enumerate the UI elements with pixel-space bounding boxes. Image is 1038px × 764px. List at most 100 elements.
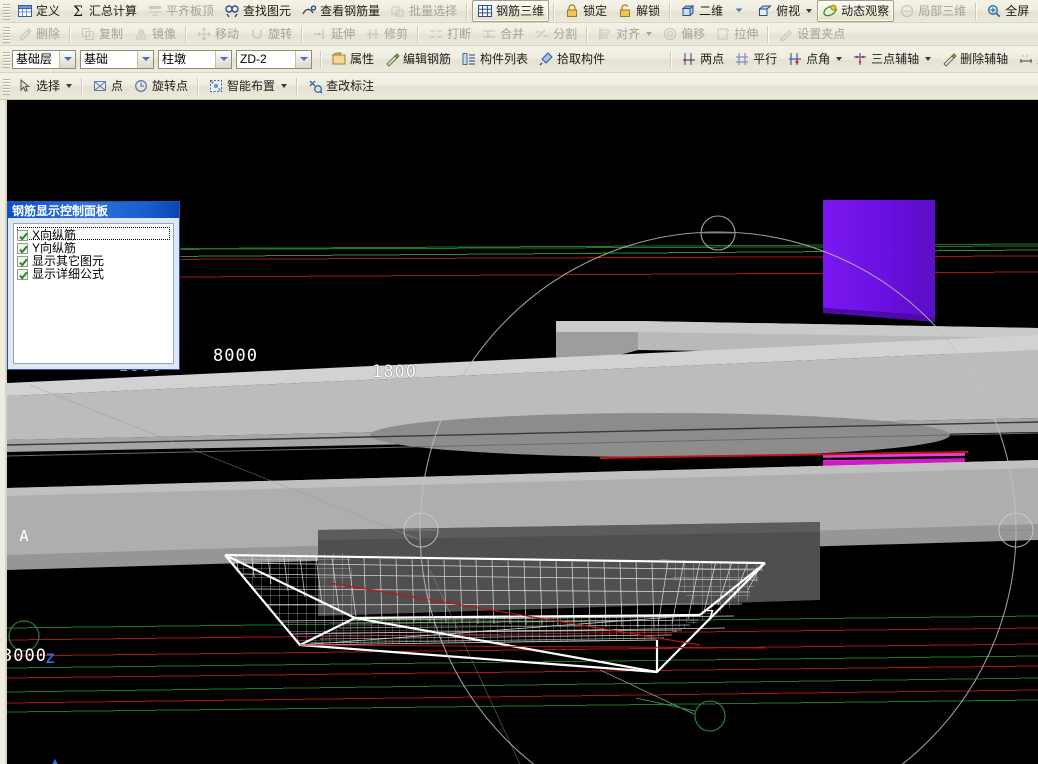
toolbar-button-delete-axis[interactable]: 删除辅轴 xyxy=(936,48,1013,70)
toolbar-button-top-view[interactable]: 俯视 xyxy=(752,0,817,22)
toolbar-button-mirror: 镜像 xyxy=(128,23,181,45)
toolbar-button-lock-label: 锁定 xyxy=(583,4,608,18)
axis-bubble-label-A: A xyxy=(19,527,29,545)
view-2d-dropdown[interactable] xyxy=(728,0,752,22)
dimension-icon xyxy=(1018,51,1034,67)
svg-text:Σ: Σ xyxy=(73,4,83,19)
toolbar-button-copy-label: 复制 xyxy=(99,27,124,41)
component-type-select[interactable]: 柱墩 xyxy=(158,49,232,69)
toolbar-button-merge: 合并 xyxy=(476,23,529,45)
cursor-icon xyxy=(17,78,33,94)
toolbar-button-two-point-axis[interactable]: 两点 xyxy=(676,48,729,70)
dimension-text: 8000 xyxy=(213,346,258,366)
chevron-down-icon[interactable] xyxy=(59,50,75,68)
toolbar-button-zoom[interactable]: 缩放 xyxy=(1034,0,1038,22)
parallel-axis-icon xyxy=(734,51,750,67)
chevron-down-icon[interactable] xyxy=(281,84,288,88)
toolbar-separator xyxy=(301,25,304,43)
toolbar-separator xyxy=(296,77,299,95)
application-window: 定义 Σ 汇总计算 平齐板顶 查找图元 查看钢筋量 批量选择 钢筋三维 锁定 解… xyxy=(0,0,1038,764)
toolbar-button-rebar-3d[interactable]: 钢筋三维 xyxy=(472,0,550,22)
toolbar-button-extend: 延伸 xyxy=(307,23,360,45)
category-select[interactable]: 基础 xyxy=(80,49,154,69)
checkbox-row-show-other-elements[interactable]: 显示其它图元 xyxy=(17,255,170,267)
toolbar-button-view-2d-label: 二维 xyxy=(699,4,724,18)
checkbox-y-rebar[interactable] xyxy=(17,242,28,254)
toolbar-component: 基础层 基础 柱墩 ZD-2 属性 编辑钢筋 构件列表 拾取构件 两点 平行 点… xyxy=(0,46,1038,73)
toolbar-button-summary-calc[interactable]: Σ 汇总计算 xyxy=(65,0,142,22)
rebar-display-control-panel[interactable]: 钢筋显示控制面板 X向纵筋 Y向纵筋 显示其它图元 显示详细公式 xyxy=(7,201,180,370)
toolbar-button-stretch: 拉伸 xyxy=(710,23,763,45)
lock-icon xyxy=(564,3,580,19)
checkbox-row-y-rebar[interactable]: Y向纵筋 xyxy=(17,242,170,254)
toolbar-button-parallel-axis[interactable]: 平行 xyxy=(729,48,782,70)
toolbar-button-select-label: 选择 xyxy=(36,79,61,93)
checkbox-row-show-detail-formula[interactable]: 显示详细公式 xyxy=(17,268,170,280)
checkbox-x-rebar[interactable] xyxy=(17,229,28,241)
local-3d-icon xyxy=(899,3,915,19)
toolbar-separator xyxy=(197,77,200,95)
dimension-text: 1800 xyxy=(372,362,417,382)
toolbar-button-dynamic-observe[interactable]: 动态观察 xyxy=(817,0,895,22)
component-select-value: ZD-2 xyxy=(240,51,267,66)
chevron-down-icon[interactable] xyxy=(295,50,311,68)
toolbar-button-component-list[interactable]: 构件列表 xyxy=(456,48,533,70)
delete-axis-icon xyxy=(941,51,957,67)
toolbar-button-define[interactable]: 定义 xyxy=(12,0,65,22)
viewport-left-frame-shadow xyxy=(5,100,7,764)
toolbar-button-rotate-point[interactable]: 旋转点 xyxy=(128,75,193,97)
toolbar-separator xyxy=(975,2,978,20)
toolbar-button-unlock[interactable]: 解锁 xyxy=(612,0,665,22)
three-point-axis-icon xyxy=(852,51,868,67)
focus-rectangle xyxy=(17,227,170,240)
toolbar-button-trim: 修剪 xyxy=(360,23,413,45)
checkbox-show-other-elements[interactable] xyxy=(17,255,28,267)
toolbar-button-view-2d[interactable]: 二维 xyxy=(675,0,728,22)
toolbar-grip[interactable] xyxy=(3,2,10,20)
3d-viewport[interactable]: 1800 8000 1800 3000 A 7 Z 钢筋显示控制面板 X向纵筋 xyxy=(0,100,1038,764)
chevron-down-icon[interactable] xyxy=(836,57,843,61)
align-icon xyxy=(597,26,613,42)
toolbar-separator xyxy=(320,50,322,68)
toolbar-button-smart-layout[interactable]: 智能布置 xyxy=(203,75,292,97)
toolbar-separator xyxy=(466,2,469,20)
dimension-text: 3000 xyxy=(2,646,47,666)
toolbar-separator xyxy=(670,50,673,68)
align-slab-top-icon xyxy=(147,3,163,19)
batch-select-icon xyxy=(390,3,406,19)
toolbar-button-point-angle-axis-label: 点角 xyxy=(806,52,831,66)
toolbar-button-view-rebar-qty[interactable]: 查看钢筋量 xyxy=(296,0,385,22)
toolbar-button-point[interactable]: 点 xyxy=(87,75,128,97)
toolbar-button-split: 分割 xyxy=(529,23,582,45)
component-select[interactable]: ZD-2 xyxy=(236,49,312,69)
floor-select[interactable]: 基础层 xyxy=(12,49,76,69)
set-grip-icon xyxy=(778,26,794,42)
toolbar-button-find-element[interactable]: 查找图元 xyxy=(219,0,296,22)
toolbar-grip[interactable] xyxy=(3,50,10,68)
toolbar-button-select[interactable]: 选择 xyxy=(12,75,77,97)
toolbar-button-lock[interactable]: 锁定 xyxy=(559,0,612,22)
toolbar-grip[interactable] xyxy=(3,77,10,95)
chevron-down-icon[interactable] xyxy=(215,50,231,68)
chevron-down-icon[interactable] xyxy=(137,50,153,68)
chevron-down-icon[interactable] xyxy=(806,9,813,13)
toolbar-button-fullscreen-label: 全屏 xyxy=(1005,4,1030,18)
toolbar-button-rotate: 旋转 xyxy=(244,23,297,45)
two-point-axis-icon xyxy=(681,51,697,67)
toolbar-button-point-angle-axis[interactable]: 点角 xyxy=(782,48,847,70)
toolbar-button-extend-label: 延伸 xyxy=(331,27,356,41)
toolbar-separator xyxy=(553,2,556,20)
checkbox-show-detail-formula[interactable] xyxy=(17,268,28,280)
toolbar-button-fullscreen[interactable]: 全屏 xyxy=(981,0,1034,22)
toolbar-button-check-annotation[interactable]: 查改标注 xyxy=(302,75,379,97)
toolbar-button-local-3d: 局部三维 xyxy=(894,0,971,22)
toolbar-button-property[interactable]: 属性 xyxy=(326,48,379,70)
toolbar-button-edit-rebar[interactable]: 编辑钢筋 xyxy=(379,48,456,70)
rebar-panel-title: 钢筋显示控制面板 xyxy=(8,202,179,218)
toolbar-button-dimension[interactable]: 尺寸标注 xyxy=(1013,48,1038,70)
toolbar-grip[interactable] xyxy=(3,25,10,43)
chevron-down-icon[interactable] xyxy=(66,84,73,88)
toolbar-button-pick-component[interactable]: 拾取构件 xyxy=(533,48,610,70)
chevron-down-icon[interactable] xyxy=(925,57,932,61)
toolbar-button-three-point-axis[interactable]: 三点辅轴 xyxy=(847,48,936,70)
